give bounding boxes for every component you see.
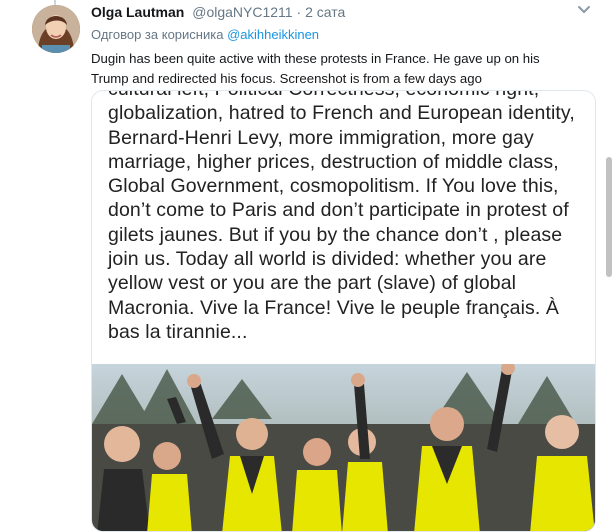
tweet-header: Olga Lautman @olgaNYC1211 · 2 сата [91, 4, 345, 20]
screenshot-line: globalization, hatred to French and Euro… [108, 102, 575, 125]
screenshot-line: gilets jaunes. But if you by the chance … [108, 223, 563, 246]
screenshot-line: join us. Today all world is divided: whe… [108, 248, 547, 271]
screenshot-line: yellow vest or you are the part (slave) … [108, 272, 517, 295]
avatar[interactable] [32, 5, 80, 53]
screenshot-line: Bernard-Henri Levy, more immigration, mo… [108, 126, 534, 149]
chevron-down-icon[interactable] [577, 5, 591, 15]
separator: · [296, 4, 302, 20]
screenshot-line: marriage, higher prices, destruction of … [108, 150, 559, 173]
tweet-text-line: Trump and redirected his focus. Screensh… [91, 71, 482, 86]
protest-photo-image [92, 364, 595, 531]
reply-to-link[interactable]: @akihheikkinen [227, 27, 319, 42]
author-name[interactable]: Olga Lautman [91, 4, 184, 20]
avatar-image [32, 5, 80, 53]
tweet-text: Dugin has been quite active with these p… [91, 49, 591, 89]
screenshot-line: don’t come to Paris and don’t participat… [108, 199, 569, 222]
reply-prefix: Одговор за корисника [91, 27, 224, 42]
author-handle[interactable]: @olgaNYC1211 [192, 4, 292, 20]
tweet-time[interactable]: 2 сата [305, 4, 345, 20]
tweet-text-line: Dugin has been quite active with these p… [91, 51, 540, 66]
screenshot-line: Global Government, cosmopolitism. If You… [108, 175, 559, 198]
screenshot-line: bas la tirannie... [108, 320, 248, 343]
screenshot-line: Macronia. Vive la France! Vive le peuple… [108, 296, 560, 319]
screenshot-text: cultural left, Political Correctness, ec… [108, 91, 595, 344]
screenshot-line: cultural left, Political Correctness, ec… [108, 91, 595, 101]
scrollbar[interactable] [606, 157, 612, 277]
protest-photo [92, 364, 595, 531]
tweet-media[interactable]: cultural left, Political Correctness, ec… [91, 90, 596, 532]
reply-context: Одговор за корисника @akihheikkinen [91, 27, 319, 42]
